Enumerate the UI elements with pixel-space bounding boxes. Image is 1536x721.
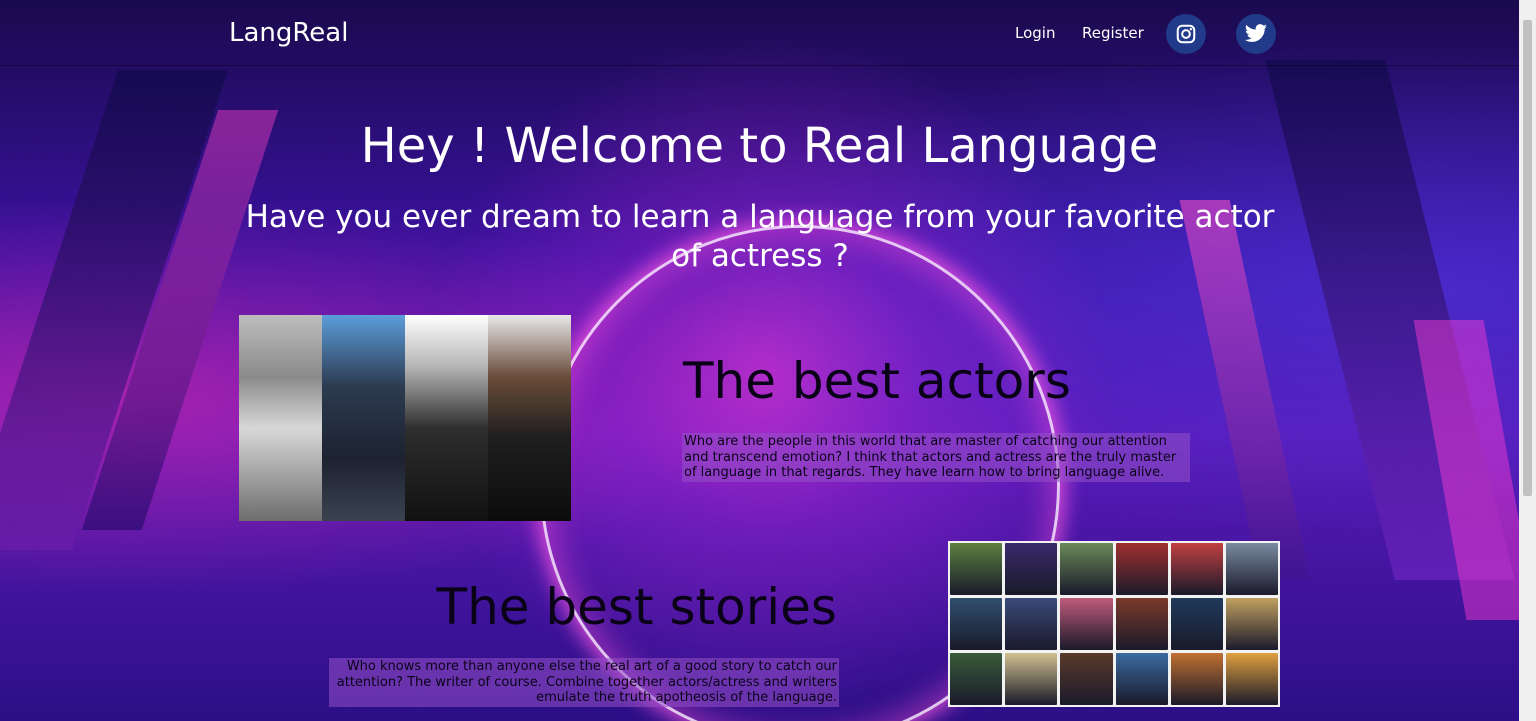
movie-poster <box>950 598 1003 650</box>
movie-poster <box>1115 543 1168 595</box>
movie-poster <box>1060 543 1113 595</box>
actor-photo <box>322 315 405 521</box>
movie-poster <box>1115 653 1168 705</box>
movie-poster <box>1115 598 1168 650</box>
register-link[interactable]: Register <box>1082 24 1144 42</box>
movie-poster <box>950 543 1003 595</box>
movie-poster <box>1060 598 1113 650</box>
hero-subtitle: Have you ever dream to learn a language … <box>245 199 1275 274</box>
movie-poster <box>1060 653 1113 705</box>
movie-poster <box>950 653 1003 705</box>
actors-section-title: The best actors <box>683 352 1071 410</box>
movie-poster <box>1225 653 1278 705</box>
actor-photo <box>488 315 571 521</box>
movie-poster <box>1225 543 1278 595</box>
stories-section-title: The best stories <box>436 578 837 636</box>
twitter-button[interactable] <box>1236 14 1276 54</box>
actors-section-text: Who are the people in this world that ar… <box>682 433 1190 482</box>
movie-poster <box>1005 543 1058 595</box>
navbar: LangReal Login Register <box>0 0 1519 66</box>
actor-photo <box>239 315 322 521</box>
movie-poster <box>1170 598 1223 650</box>
movie-poster <box>1005 598 1058 650</box>
scrollbar-thumb[interactable] <box>1523 20 1532 496</box>
hero-title: Hey ! Welcome to Real Language <box>360 118 1159 174</box>
movie-poster <box>1170 543 1223 595</box>
scrollbar[interactable] <box>1519 0 1536 721</box>
actor-photo <box>405 315 488 521</box>
actors-photo-collage <box>239 315 571 521</box>
twitter-icon <box>1245 24 1267 42</box>
instagram-button[interactable] <box>1166 14 1206 54</box>
movie-poster-collage <box>948 541 1280 707</box>
instagram-icon <box>1176 24 1196 44</box>
movie-poster <box>1225 598 1278 650</box>
movie-poster <box>1170 653 1223 705</box>
stories-section-text: Who knows more than anyone else the real… <box>329 658 839 707</box>
movie-poster <box>1005 653 1058 705</box>
brand-logo[interactable]: LangReal <box>229 18 348 48</box>
login-link[interactable]: Login <box>1015 24 1055 42</box>
